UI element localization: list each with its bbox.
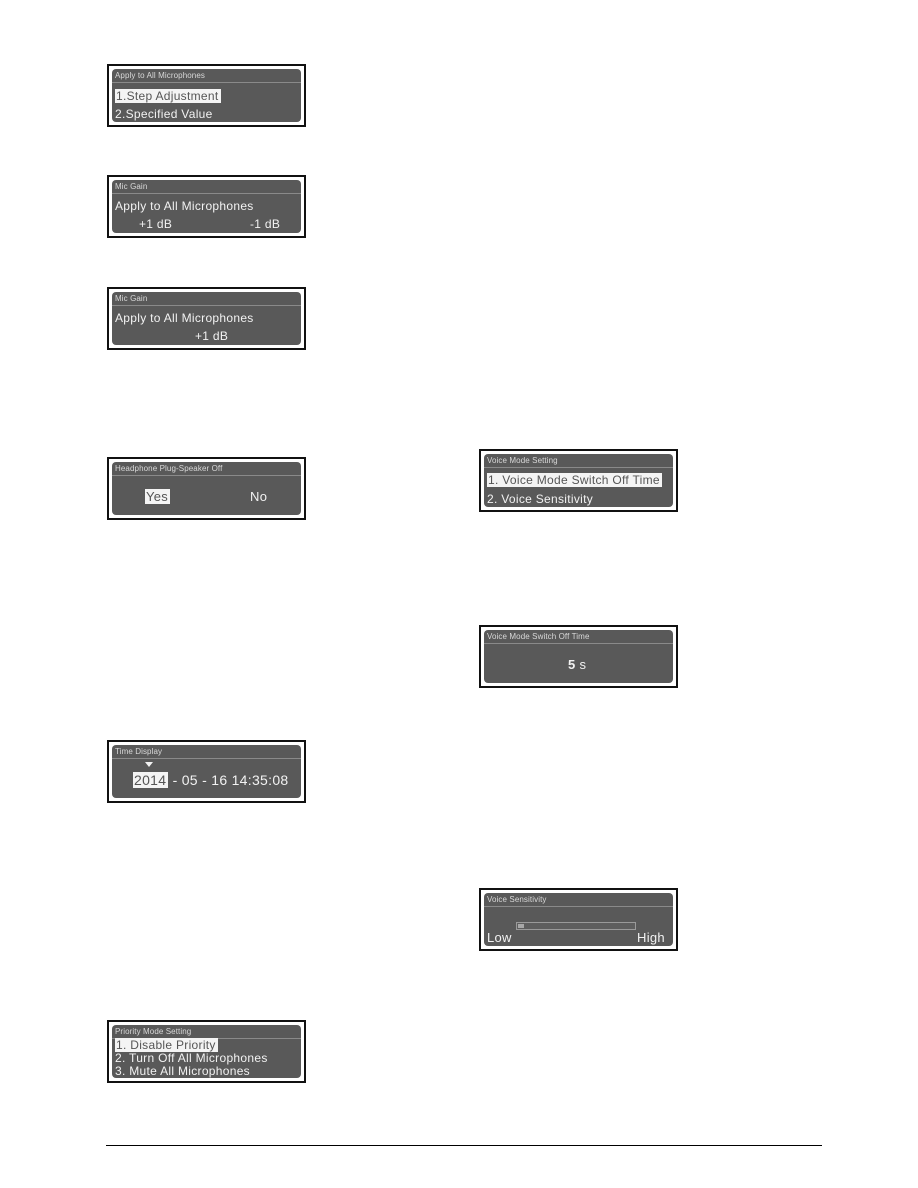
low-label: Low [487,930,512,945]
sensitivity-slider[interactable] [516,922,636,930]
menu-item-switch-off-time[interactable]: 1. Voice Mode Switch Off Time [487,473,662,487]
lcd-priority-mode: Priority Mode Setting 1. Disable Priorit… [107,1020,306,1083]
no-option[interactable]: No [250,490,267,504]
lcd-title: Priority Mode Setting [112,1025,301,1039]
menu-item-specified-value[interactable]: 2.Specified Value [115,107,213,121]
lcd-title: Voice Mode Switch Off Time [484,630,673,644]
lcd-voice-mode-setting: Voice Mode Setting 1. Voice Mode Switch … [479,449,678,512]
footer-divider [106,1145,822,1146]
lcd-title: Mic Gain [112,292,301,306]
lcd-switch-off-time: Voice Mode Switch Off Time 5 s [479,625,678,688]
lcd-apply-to-all: Apply to All Microphones 1.Step Adjustme… [107,64,306,127]
apply-all-label: Apply to All Microphones [115,311,254,325]
switch-off-time-unit: s [579,657,587,672]
menu-item-voice-sensitivity[interactable]: 2. Voice Sensitivity [487,492,593,506]
high-label: High [637,930,665,945]
switch-off-time-value: 5 [568,657,576,672]
lcd-title: Voice Sensitivity [484,893,673,907]
lcd-title: Mic Gain [112,180,301,194]
lcd-title: Headphone Plug-Speaker Off [112,462,301,476]
gain-value: +1 dB [195,329,229,343]
lcd-mic-gain-step: Mic Gain Apply to All Microphones +1 dB … [107,175,306,238]
date-time-rest: - 05 - 16 14:35:08 [172,772,289,788]
triangle-down-icon [145,762,153,767]
gain-minus-option[interactable]: -1 dB [250,217,280,231]
lcd-title: Voice Mode Setting [484,454,673,468]
menu-item-step-adjustment[interactable]: 1.Step Adjustment [115,89,221,103]
lcd-title: Time Display [112,745,301,759]
menu-item-disable-priority[interactable]: 1. Disable Priority [115,1038,218,1052]
sensitivity-slider-fill [518,924,524,928]
yes-option[interactable]: Yes [145,489,171,504]
year-field[interactable]: 2014 [133,772,169,788]
lcd-title: Apply to All Microphones [112,69,301,83]
lcd-voice-sensitivity: Voice Sensitivity Low High [479,888,678,951]
apply-all-label: Apply to All Microphones [115,199,254,213]
lcd-headphone-speaker-off: Headphone Plug-Speaker Off Yes No [107,457,306,520]
lcd-time-display: Time Display 2014 - 05 - 16 14:35:08 [107,740,306,803]
gain-plus-option[interactable]: +1 dB [139,217,172,231]
menu-item-mute-all[interactable]: 3. Mute All Microphones [115,1065,250,1078]
lcd-mic-gain-value: Mic Gain Apply to All Microphones +1 dB [107,287,306,350]
